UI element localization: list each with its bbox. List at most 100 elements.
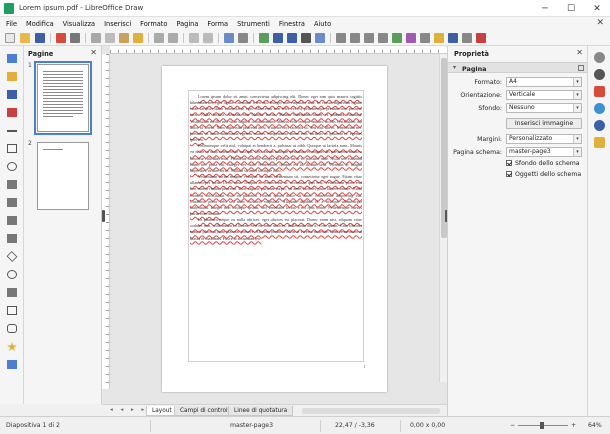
zoom-slider[interactable]	[518, 422, 568, 429]
navigator-deck-icon[interactable]	[594, 120, 605, 131]
cut-icon[interactable]	[91, 33, 101, 43]
more-options-icon[interactable]	[578, 65, 584, 71]
zoom-icon[interactable]	[224, 33, 234, 43]
filter-icon[interactable]	[420, 33, 430, 43]
menu-finestra[interactable]: Finestra	[279, 20, 305, 28]
maximize-button[interactable]: ☐	[558, 0, 584, 17]
pages-panel-title: Pagine	[28, 50, 54, 58]
crop-icon[interactable]	[406, 33, 416, 43]
distribute-icon[interactable]	[378, 33, 388, 43]
zoom-slider-knob[interactable]	[540, 422, 544, 429]
sfondo-schema-checkbox[interactable]: Sfondo dello schema	[506, 160, 580, 167]
menu-file[interactable]: File	[6, 20, 17, 28]
copy-icon[interactable]	[105, 33, 115, 43]
flowchart-icon[interactable]	[7, 306, 17, 315]
menu-visualizza[interactable]: Visualizza	[63, 20, 95, 28]
menu-formato[interactable]: Formato	[140, 20, 167, 28]
zoom-in-button[interactable]: +	[571, 422, 576, 429]
toolbar-separator	[148, 33, 149, 43]
insert-image-icon[interactable]	[259, 33, 269, 43]
page-thumbnail-2[interactable]: 2	[28, 140, 96, 214]
hyperlink-icon[interactable]	[476, 33, 486, 43]
print-icon[interactable]	[70, 33, 80, 43]
select-pointer-icon[interactable]	[7, 54, 17, 63]
block-arrows-icon[interactable]	[7, 288, 17, 297]
zoom-out-button[interactable]: −	[510, 422, 515, 429]
save-icon[interactable]	[35, 33, 45, 43]
insert-table-icon[interactable]	[301, 33, 311, 43]
close-document-button[interactable]: ✕	[596, 18, 604, 28]
glue-points-icon[interactable]	[448, 33, 458, 43]
drawing-canvas[interactable]: Lorem ipsum dolor sit amet, consectetur …	[102, 46, 447, 404]
clone-formatting-icon[interactable]	[133, 33, 143, 43]
menu-modifica[interactable]: Modifica	[26, 20, 54, 28]
document-page[interactable]: Lorem ipsum dolor sit amet, consectetur …	[162, 66, 387, 392]
insert-text-icon[interactable]	[273, 33, 283, 43]
page-section-header[interactable]: ▾ Pagina	[448, 62, 588, 73]
close-pages-panel-button[interactable]: ✕	[90, 48, 97, 57]
fit-page-icon[interactable]	[238, 33, 248, 43]
properties-deck-icon[interactable]	[594, 69, 605, 80]
tab-layout[interactable]: Layout	[146, 406, 178, 416]
tab-navigation-arrows[interactable]: ◂ ◂ ▸ ▸	[110, 407, 147, 413]
layer-tabs-bar: ◂ ◂ ▸ ▸ Layout Campi di controllo Linee …	[102, 404, 447, 416]
zoom-pan-icon[interactable]	[7, 72, 17, 81]
margini-select[interactable]: Personalizzato ▾	[506, 134, 582, 144]
diamond-shape-icon[interactable]	[6, 251, 18, 262]
toolbar-separator	[50, 33, 51, 43]
basic-shapes-icon[interactable]	[7, 234, 17, 243]
horizontal-scrollbar[interactable]	[302, 408, 440, 414]
close-properties-button[interactable]: ✕	[576, 48, 583, 57]
curves-polygons-icon[interactable]	[7, 198, 17, 207]
shapes-deck-icon[interactable]	[594, 137, 605, 148]
pages-panel-splitter[interactable]	[102, 210, 105, 222]
rectangle-tool-icon[interactable]	[7, 144, 17, 153]
insert-chart-icon[interactable]	[315, 33, 325, 43]
line-tool-icon[interactable]	[7, 130, 17, 132]
zoom-level[interactable]: 64%	[588, 422, 602, 429]
fontwork-icon[interactable]	[287, 33, 297, 43]
gallery-deck-icon[interactable]	[594, 103, 605, 114]
paste-icon[interactable]	[119, 33, 129, 43]
formato-select[interactable]: A4 ▾	[506, 77, 582, 87]
menu-forma[interactable]: Forma	[207, 20, 228, 28]
shadow-icon[interactable]	[392, 33, 402, 43]
redo-icon[interactable]	[168, 33, 178, 43]
menu-strumenti[interactable]: Strumenti	[237, 20, 270, 28]
styles-deck-icon[interactable]	[594, 86, 605, 97]
sfondo-select[interactable]: Nessuno ▾	[506, 103, 582, 113]
minimize-button[interactable]: ─	[532, 0, 558, 17]
menu-pagina[interactable]: Pagina	[176, 20, 198, 28]
oggetti-schema-checkbox[interactable]: Oggetti dello schema	[506, 171, 581, 178]
fill-color-icon[interactable]	[7, 108, 17, 117]
export-pdf-icon[interactable]	[56, 33, 66, 43]
ellipse-tool-icon[interactable]	[7, 162, 17, 171]
callouts-icon[interactable]	[7, 324, 17, 333]
symbol-shapes-icon[interactable]	[7, 270, 17, 279]
grid-icon[interactable]	[189, 33, 199, 43]
tab-linee-di-quotatura[interactable]: Linee di quotatura	[228, 406, 294, 416]
arrange-icon[interactable]	[364, 33, 374, 43]
align-icon[interactable]	[350, 33, 360, 43]
helplines-icon[interactable]	[203, 33, 213, 43]
page-thumbnail-1[interactable]: 1	[28, 61, 96, 136]
transformations-icon[interactable]	[336, 33, 346, 43]
insert-image-button[interactable]: Inserisci immagine	[506, 118, 582, 129]
sidebar-settings-icon[interactable]	[594, 52, 605, 63]
points-icon[interactable]	[434, 33, 444, 43]
menu-inserisci[interactable]: Inserisci	[104, 20, 131, 28]
orientazione-select[interactable]: Verticale ▾	[506, 90, 582, 100]
lines-arrows-icon[interactable]	[7, 180, 17, 189]
page-body-text[interactable]: Lorem ipsum dolor sit amet, consectetur …	[190, 94, 362, 242]
stars-icon[interactable]	[7, 342, 17, 351]
toggle-extrusion-icon[interactable]	[462, 33, 472, 43]
3d-objects-icon[interactable]	[7, 360, 17, 369]
text-tool-icon[interactable]	[7, 90, 17, 99]
open-folder-icon[interactable]	[20, 33, 30, 43]
connectors-icon[interactable]	[7, 216, 17, 225]
close-window-button[interactable]: ✕	[584, 0, 610, 17]
undo-icon[interactable]	[154, 33, 164, 43]
pagina-schema-select[interactable]: master-page3 ▾	[506, 147, 582, 157]
menu-aiuto[interactable]: Aiuto	[314, 20, 331, 28]
new-document-icon[interactable]	[5, 33, 15, 43]
